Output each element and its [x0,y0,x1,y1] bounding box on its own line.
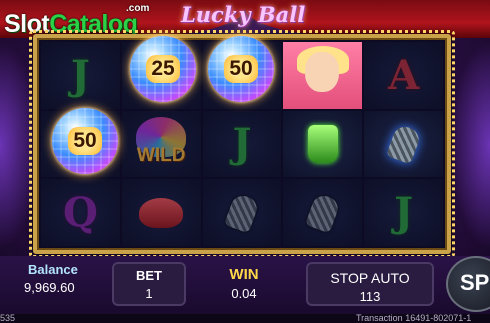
footer-left-text: 535 [0,313,16,323]
ball-value: 50 [68,127,102,155]
spin-label: SP [460,270,490,295]
reel-cell-r2c0: Q [41,179,120,246]
bet-value: 1 [145,286,153,301]
singer-face [305,52,340,92]
symbol-j: J [394,189,414,237]
game-title: Lucky Ball [181,2,306,27]
microphone-icon [304,192,341,234]
symbol-j: J [232,120,252,168]
win-label: WIN [229,266,259,283]
right-stage-light [450,40,490,250]
reel-cell-r0c3 [283,42,363,109]
stop-auto-count: 113 [359,289,381,304]
mask-icon [139,197,184,228]
ball-value: 50 [224,55,258,83]
microphone-icon [223,192,261,234]
balance-label: Balance [28,262,78,277]
reel-cell-r1c2: J [202,110,282,178]
ball-value: 25 [146,55,180,83]
symbol-j: J [70,51,90,99]
watermark-suffix: .com [126,3,150,14]
win-value: 0.04 [231,286,257,301]
symbol-a: A [388,51,420,99]
symbol-q: Q [62,189,98,237]
footer-bar: 535 Transaction 16491-802071-1 [0,313,490,323]
bet-label: BET [136,268,162,283]
disco-ball: 50 [52,108,118,174]
reel-cell-r0c0: J [41,42,120,109]
reel-cell-r1c1: WILD [121,110,201,178]
champagne-glasses-icon [307,124,338,163]
bet-button[interactable]: BET 1 [112,262,186,306]
disco-ball: 25 [130,36,196,102]
reel-cell-r1c4 [364,110,443,178]
wild-symbol: WILD [136,145,186,167]
reel-cell-r2c3 [283,179,363,246]
disco-ball: 50 [208,36,274,102]
stop-auto-label: STOP AUTO [330,270,410,286]
reel-cell-r1c3 [283,110,363,178]
singer-symbol [283,42,363,109]
win-display: WIN 0.04 [200,262,288,306]
reel-cell-r0c4: A [364,42,443,109]
reel-cell-r2c1 [121,179,201,246]
game-logo: Lucky Ball [181,2,306,30]
balance-value: 9,969.60 [24,280,75,295]
balance-display: Balance 9,969.60 [8,262,108,306]
microphone-icon [385,123,422,165]
transaction-id: Transaction 16491-802071-1 [356,313,472,323]
reel-cell-r2c2 [202,179,282,246]
reel-cell-r2c4: J [364,179,443,246]
slotcatalog-watermark: SlotCatalog .com [4,3,154,38]
stop-auto-button[interactable]: STOP AUTO 113 [306,262,434,306]
